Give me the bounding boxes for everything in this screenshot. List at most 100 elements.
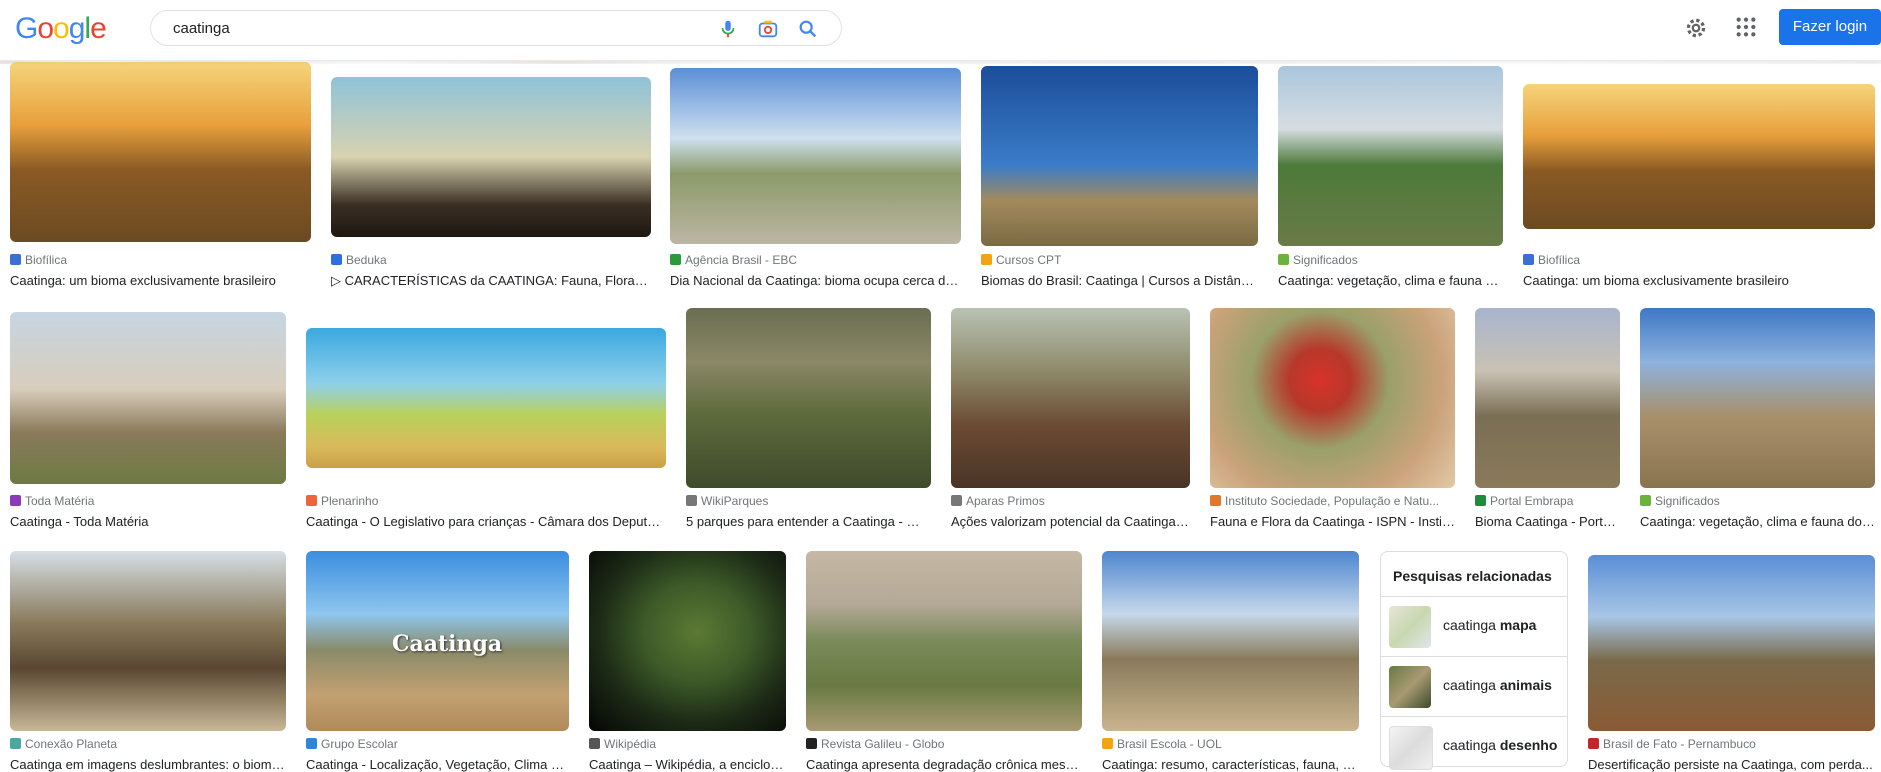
search-icon[interactable] — [797, 18, 819, 40]
result-thumbnail[interactable] — [1475, 308, 1620, 488]
image-result[interactable]: Toda Matéria Caatinga - Toda Matéria — [10, 308, 286, 534]
image-result[interactable]: Portal Embrapa Bioma Caatinga - Porta... — [1475, 308, 1620, 534]
result-thumbnail[interactable] — [10, 62, 311, 242]
result-source[interactable]: WikiParques — [686, 494, 931, 508]
result-title[interactable]: Caatinga: vegetação, clima e fauna do ..… — [1640, 514, 1875, 529]
result-thumbnail[interactable] — [1523, 84, 1875, 229]
site-favicon-icon — [306, 495, 317, 506]
result-source[interactable]: Aparas Primos — [951, 494, 1190, 508]
result-source[interactable]: Portal Embrapa — [1475, 494, 1620, 508]
image-result[interactable]: Significados Caatinga: vegetação, clima … — [1640, 308, 1875, 534]
search-input[interactable] — [171, 17, 695, 39]
result-source[interactable]: Wikipédia — [589, 737, 786, 751]
site-favicon-icon — [1475, 495, 1486, 506]
result-thumbnail[interactable] — [331, 77, 651, 237]
google-logo[interactable]: Google — [15, 12, 107, 46]
result-thumbnail[interactable] — [1588, 555, 1875, 731]
result-source[interactable]: Plenarinho — [306, 494, 666, 508]
result-thumbnail[interactable] — [806, 551, 1082, 731]
result-thumbnail[interactable] — [1210, 308, 1455, 488]
image-result[interactable]: Revista Galileu - Globo Caatinga apresen… — [806, 551, 1082, 772]
result-title[interactable]: Ações valorizam potencial da Caatinga -.… — [951, 514, 1190, 529]
result-thumbnail[interactable] — [1102, 551, 1359, 731]
image-result[interactable]: Beduka ▷ CARACTERÍSTICAS da CAATINGA: Fa… — [331, 62, 651, 292]
result-source[interactable]: Significados — [1278, 253, 1503, 267]
result-source[interactable]: Cursos CPT — [981, 253, 1258, 267]
microphone-icon[interactable] — [717, 18, 739, 40]
result-source[interactable]: Biofílica — [1523, 253, 1875, 267]
related-search-prefix: caatinga — [1443, 737, 1496, 753]
apps-grid-icon[interactable] — [1735, 16, 1757, 38]
result-source[interactable]: Conexão Planeta — [10, 737, 286, 751]
related-search-item[interactable]: caatinga desenho — [1381, 716, 1567, 770]
result-source[interactable]: Grupo Escolar — [306, 737, 569, 751]
image-result[interactable]: Biofílica Caatinga: um bioma exclusivame… — [1523, 62, 1875, 292]
result-source[interactable]: Significados — [1640, 494, 1875, 508]
login-button[interactable]: Fazer login — [1779, 9, 1881, 45]
image-result[interactable]: Biofílica Caatinga: um bioma exclusivame… — [10, 62, 311, 292]
result-title[interactable]: Caatinga: um bioma exclusivamente brasil… — [1523, 273, 1875, 288]
result-source[interactable]: Biofílica — [10, 253, 311, 267]
result-title[interactable]: Caatinga - O Legislativo para crianças -… — [306, 514, 666, 529]
result-thumbnail[interactable] — [589, 551, 786, 731]
result-source[interactable]: Revista Galileu - Globo — [806, 737, 1082, 751]
result-thumbnail[interactable] — [981, 66, 1258, 246]
image-result[interactable]: Conexão Planeta Caatinga em imagens desl… — [10, 551, 286, 772]
image-result[interactable]: Plenarinho Caatinga - O Legislativo para… — [306, 308, 666, 534]
result-thumbnail[interactable] — [306, 328, 666, 468]
related-search-prefix: caatinga — [1443, 677, 1496, 693]
result-source-label: Significados — [1293, 253, 1358, 267]
result-source-label: Cursos CPT — [996, 253, 1062, 267]
site-favicon-icon — [686, 495, 697, 506]
image-result[interactable]: WikiParques 5 parques para entender a Ca… — [686, 308, 931, 534]
result-title[interactable]: 5 parques para entender a Caatinga - Wik… — [686, 514, 931, 529]
image-result[interactable]: Wikipédia Caatinga – Wikipédia, a encicl… — [589, 551, 786, 772]
image-result[interactable]: Agência Brasil - EBC Dia Nacional da Caa… — [670, 62, 961, 292]
result-title[interactable]: Dia Nacional da Caatinga: bioma ocupa ce… — [670, 273, 961, 288]
related-search-term: desenho — [1499, 737, 1558, 753]
result-thumbnail[interactable] — [951, 308, 1190, 488]
related-search-item[interactable]: caatinga animais — [1381, 656, 1567, 717]
image-result[interactable]: Instituto Sociedade, População e Natu...… — [1210, 308, 1455, 534]
result-thumbnail[interactable]: Caatinga — [306, 551, 569, 731]
result-title[interactable]: Bioma Caatinga - Porta... — [1475, 514, 1620, 529]
result-source-label: Portal Embrapa — [1490, 494, 1574, 508]
result-source-label: Brasil Escola - UOL — [1117, 737, 1222, 751]
result-thumbnail[interactable] — [10, 551, 286, 731]
image-result[interactable]: Brasil Escola - UOL Caatinga: resumo, ca… — [1102, 551, 1359, 772]
image-result[interactable]: Brasil de Fato - Pernambuco Desertificaç… — [1588, 551, 1875, 772]
result-source[interactable]: Agência Brasil - EBC — [670, 253, 961, 267]
result-title[interactable]: Biomas do Brasil: Caatinga | Cursos a Di… — [981, 273, 1258, 288]
image-result[interactable]: Cursos CPT Biomas do Brasil: Caatinga | … — [981, 62, 1258, 292]
related-search-prefix: caatinga — [1443, 617, 1496, 633]
settings-gear-icon[interactable] — [1683, 15, 1709, 41]
search-box[interactable] — [150, 10, 842, 46]
site-favicon-icon — [806, 738, 817, 749]
camera-lens-icon[interactable] — [757, 18, 779, 40]
result-source[interactable]: Instituto Sociedade, População e Natu... — [1210, 494, 1455, 508]
related-search-item[interactable]: caatinga mapa — [1381, 596, 1567, 657]
result-source-label: Biofílica — [1538, 253, 1581, 267]
result-thumbnail[interactable] — [670, 68, 961, 244]
result-title[interactable]: Caatinga: um bioma exclusivamente brasil… — [10, 273, 311, 288]
result-title[interactable]: Fauna e Flora da Caatinga - ISPN - Insti… — [1210, 514, 1455, 529]
result-source-label: Wikipédia — [604, 737, 657, 751]
result-source[interactable]: Beduka — [331, 253, 651, 267]
result-source[interactable]: Brasil Escola - UOL — [1102, 737, 1359, 751]
result-thumbnail[interactable] — [1278, 66, 1503, 246]
result-thumbnail[interactable] — [1640, 308, 1875, 488]
image-result[interactable]: Caatinga Grupo Escolar Caatinga - Locali… — [306, 551, 569, 772]
logo-letter: o — [53, 12, 70, 45]
result-source[interactable]: Toda Matéria — [10, 494, 286, 508]
result-source[interactable]: Brasil de Fato - Pernambuco — [1588, 737, 1875, 751]
image-result[interactable]: Aparas Primos Ações valorizam potencial … — [951, 308, 1190, 534]
related-searches-panel: Pesquisas relacionadas caatinga mapa caa… — [1380, 551, 1568, 770]
result-thumbnail[interactable] — [10, 312, 286, 484]
result-title[interactable]: Caatinga: vegetação, clima e fauna do... — [1278, 273, 1503, 288]
image-result[interactable]: Significados Caatinga: vegetação, clima … — [1278, 62, 1503, 292]
logo-letter: o — [37, 12, 54, 45]
result-thumbnail[interactable] — [686, 308, 931, 488]
result-title[interactable]: Caatinga - Toda Matéria — [10, 514, 286, 529]
result-title[interactable]: ▷ CARACTERÍSTICAS da CAATINGA: Fauna, Fl… — [331, 273, 651, 289]
related-thumbnail — [1389, 666, 1431, 708]
